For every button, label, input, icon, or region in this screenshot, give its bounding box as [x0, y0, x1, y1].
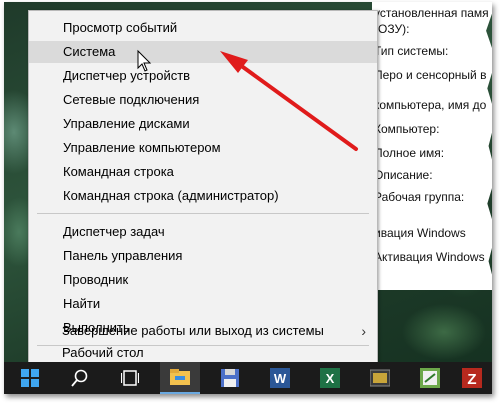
search-icon: [71, 369, 88, 387]
menu-item-command-prompt[interactable]: Командная строка: [29, 161, 377, 183]
search-button[interactable]: [60, 362, 100, 394]
sysinfo-line: Тип системы:: [374, 44, 449, 58]
menu-item-control-panel[interactable]: Панель управления: [29, 245, 377, 267]
sysinfo-line: установленная памя: [374, 6, 489, 20]
menu-item-desktop[interactable]: Рабочий стол: [28, 342, 378, 364]
app-icon: [370, 369, 390, 387]
word-icon: W: [270, 368, 290, 388]
sysinfo-line: ивация Windows: [374, 226, 466, 240]
floppy-icon: [221, 369, 239, 387]
app-button-2[interactable]: [410, 362, 450, 394]
app-button[interactable]: [360, 362, 400, 394]
menu-item-search[interactable]: Найти: [29, 293, 377, 315]
winx-context-menu: Просмотр событий Система Диспетчер устро…: [28, 10, 378, 366]
svg-text:X: X: [326, 371, 335, 386]
menu-item-file-explorer[interactable]: Проводник: [29, 269, 377, 291]
menu-item-command-prompt-admin[interactable]: Командная строка (администратор): [29, 185, 377, 207]
menu-item-system[interactable]: Система: [29, 41, 377, 63]
menu-item-device-manager[interactable]: Диспетчер устройств: [29, 65, 377, 87]
start-icon: [21, 369, 39, 387]
menu-item-task-manager[interactable]: Диспетчер задач: [29, 221, 377, 243]
sysinfo-line: Компьютер:: [374, 122, 440, 136]
screenshot-frame: установленная памя (ОЗУ): Тип системы: П…: [4, 2, 492, 394]
sysinfo-line: Рабочая группа:: [374, 190, 465, 204]
sysinfo-line: компьютера, имя до: [374, 98, 487, 112]
taskbar: W X Z: [4, 362, 492, 394]
start-button[interactable]: [10, 362, 50, 394]
menu-item-disk-management[interactable]: Управление дисками: [29, 113, 377, 135]
filezilla-button[interactable]: Z: [452, 362, 492, 394]
chevron-right-icon: ›: [361, 323, 366, 339]
menu-item-shutdown[interactable]: Завершение работы или выход из системы ›: [28, 320, 378, 342]
sysinfo-line: Перо и сенсорный в: [374, 68, 487, 82]
filezilla-icon: Z: [462, 368, 482, 388]
floppy-button[interactable]: [210, 362, 250, 394]
task-view-icon: [121, 370, 139, 386]
menu-item-event-viewer[interactable]: Просмотр событий: [29, 17, 377, 39]
sysinfo-line: Полное имя:: [374, 146, 445, 160]
svg-text:Z: Z: [467, 371, 476, 388]
excel-button[interactable]: X: [310, 362, 350, 394]
sysinfo-line: (ОЗУ):: [374, 22, 410, 36]
file-explorer-icon: [170, 369, 190, 385]
word-button[interactable]: W: [260, 362, 300, 394]
sysinfo-line: Описание:: [374, 168, 433, 182]
file-explorer-button[interactable]: [160, 362, 200, 394]
menu-item-network-connections[interactable]: Сетевые подключения: [29, 89, 377, 111]
sysinfo-line: Активация Windows: [374, 250, 485, 264]
menu-item-computer-management[interactable]: Управление компьютером: [29, 137, 377, 159]
app-icon-2: [420, 368, 440, 388]
task-view-button[interactable]: [110, 362, 150, 394]
menu-separator: [37, 213, 369, 214]
svg-text:W: W: [274, 371, 287, 386]
excel-icon: X: [320, 368, 340, 388]
